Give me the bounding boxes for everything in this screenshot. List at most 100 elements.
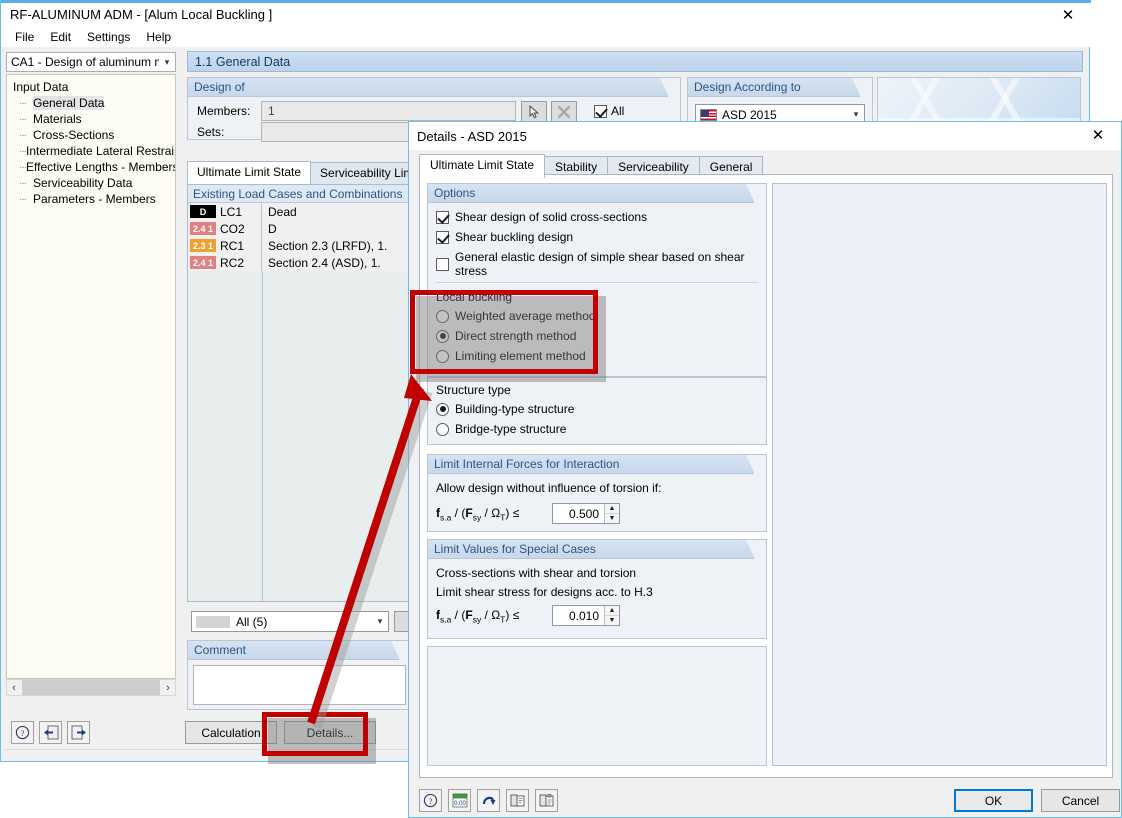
- dialog-title: Details - ASD 2015: [417, 128, 527, 144]
- tree-root-input-data[interactable]: Input Data: [11, 79, 175, 95]
- torsion-limit-stepper[interactable]: 0.500 ▲ ▼: [552, 503, 620, 524]
- sidebar-item-intermediate-lateral-restraints[interactable]: ··· Intermediate Lateral Restraints: [19, 143, 175, 159]
- load-case-filter-combo[interactable]: All (5) ▾: [191, 611, 389, 632]
- close-icon[interactable]: ✕: [1079, 124, 1117, 146]
- radio-limiting-element-method[interactable]: Limiting element method: [436, 349, 760, 363]
- load-case-id: CO2: [220, 221, 245, 236]
- prev-module-icon[interactable]: [39, 720, 62, 744]
- load-cases-listbox[interactable]: Existing Load Cases and Combinations D LC…: [187, 184, 412, 602]
- shear-stress-limit-stepper[interactable]: 0.010 ▲ ▼: [552, 605, 620, 626]
- stepper-down-icon[interactable]: ▼: [605, 514, 619, 523]
- comment-group: Comment: [187, 640, 412, 710]
- scrollbar-thumb[interactable]: [22, 680, 160, 695]
- details-button[interactable]: Details...: [284, 721, 376, 744]
- navigator-tree: Input Data ··· General Data ··· Material…: [6, 74, 176, 679]
- radio-button: [436, 422, 449, 436]
- copy-to-icon[interactable]: [506, 789, 529, 812]
- all-label: All: [611, 104, 625, 118]
- dialog-preview-panel: [772, 183, 1107, 766]
- stepper-buttons[interactable]: ▲ ▼: [604, 606, 619, 625]
- table-row[interactable]: 2.4 1 RC2 Section 2.4 (ASD), 1.: [188, 254, 411, 271]
- tree-branch-icon: ···: [19, 177, 27, 189]
- shear-stress-limit-value[interactable]: 0.010: [553, 606, 604, 625]
- sets-label: Sets:: [197, 125, 225, 139]
- sidebar-item-materials[interactable]: ··· Materials: [19, 111, 175, 127]
- radio-label: Bridge-type structure: [455, 422, 567, 436]
- radio-direct-strength-method[interactable]: Direct strength method: [436, 329, 760, 343]
- table-row[interactable]: 2.4 1 CO2 D: [188, 220, 411, 237]
- design-according-to-header: Design According to: [688, 78, 861, 97]
- load-case-id: RC1: [220, 238, 245, 253]
- menu-bar: File Edit Settings Help: [1, 26, 1091, 47]
- stepper-up-icon[interactable]: ▲: [605, 606, 619, 616]
- stepper-down-icon[interactable]: ▼: [605, 616, 619, 625]
- structure-type-label: Structure type: [436, 383, 511, 397]
- tab-ultimate-limit-state[interactable]: Ultimate Limit State: [419, 154, 546, 178]
- sidebar-item-parameters-members[interactable]: ··· Parameters - Members: [19, 191, 175, 207]
- tree-branch-icon: ···: [19, 193, 27, 205]
- title-bar: RF-ALUMINUM ADM - [Alum Local Buckling ]…: [1, 0, 1091, 26]
- load-case-desc: Section 2.3 (LRFD), 1.: [268, 238, 388, 253]
- limit-values-header: Limit Values for Special Cases: [428, 540, 755, 559]
- close-icon[interactable]: ✕: [1045, 3, 1091, 26]
- tab-ultimate-limit-state[interactable]: Ultimate Limit State: [187, 161, 312, 184]
- radio-building-type-structure[interactable]: Building-type structure: [436, 402, 574, 416]
- units-icon[interactable]: 0.00: [448, 789, 471, 812]
- checkbox-general-elastic-design[interactable]: General elastic design of simple shear b…: [436, 250, 760, 278]
- radio-bridge-type-structure[interactable]: Bridge-type structure: [436, 422, 574, 436]
- load-case-id: LC1: [220, 204, 243, 219]
- radio-label: Limiting element method: [455, 349, 586, 363]
- table-row[interactable]: D LC1 Dead: [188, 203, 411, 220]
- menu-item-file[interactable]: File: [7, 28, 42, 46]
- checkbox-shear-buckling-design[interactable]: Shear buckling design: [436, 230, 760, 244]
- radio-weighted-average-method[interactable]: Weighted average method: [436, 309, 760, 323]
- dialog-body: Options Shear design of solid cross-sect…: [419, 174, 1113, 778]
- sidebar-item-serviceability-data[interactable]: ··· Serviceability Data: [19, 175, 175, 191]
- empty-options-panel: [427, 646, 767, 766]
- table-row[interactable]: 2.3 1 RC1 Section 2.3 (LRFD), 1.: [188, 237, 411, 254]
- sidebar-item-label: Cross-Sections: [33, 128, 115, 142]
- delete-x-icon[interactable]: [551, 101, 577, 123]
- ok-button[interactable]: OK: [954, 789, 1033, 812]
- calculation-button[interactable]: Calculation: [185, 721, 277, 744]
- help-icon[interactable]: ?: [11, 720, 34, 744]
- sidebar-item-cross-sections[interactable]: ··· Cross-Sections: [19, 127, 175, 143]
- torsion-limit-value[interactable]: 0.500: [553, 504, 604, 523]
- menu-item-edit[interactable]: Edit: [42, 28, 79, 46]
- checkbox-box: [594, 104, 607, 118]
- undo-icon[interactable]: [477, 789, 500, 812]
- chevron-down-icon: ▾: [377, 616, 383, 626]
- scroll-right-icon[interactable]: ›: [161, 682, 175, 694]
- menu-item-help[interactable]: Help: [138, 28, 179, 46]
- comment-input[interactable]: [193, 665, 406, 705]
- paste-from-icon[interactable]: [535, 789, 558, 812]
- status-badge: 2.3 1: [190, 239, 216, 252]
- radio-button: [436, 329, 449, 343]
- stepper-buttons[interactable]: ▲ ▼: [604, 504, 619, 523]
- next-module-icon[interactable]: [67, 720, 90, 744]
- limit-internal-forces-text: Allow design without influence of torsio…: [436, 481, 662, 495]
- special-cases-formula: fs.a / (Fsy / ΩT) ≤: [436, 608, 520, 625]
- tree-branch-icon: ···: [19, 161, 27, 173]
- members-field[interactable]: 1: [261, 101, 516, 121]
- checkbox-label: General elastic design of simple shear b…: [455, 250, 745, 278]
- local-buckling-label: Local buckling: [436, 290, 513, 304]
- sidebar-item-effective-lengths-members[interactable]: ··· Effective Lengths - Members: [19, 159, 175, 175]
- scroll-left-icon[interactable]: ‹: [7, 682, 21, 694]
- stepper-up-icon[interactable]: ▲: [605, 504, 619, 514]
- cancel-button[interactable]: Cancel: [1041, 789, 1120, 812]
- sidebar-item-label: General Data: [33, 96, 105, 110]
- task-combo-value: CA1 - Design of aluminum memb: [11, 55, 159, 69]
- sidebar-item-general-data[interactable]: ··· General Data: [19, 95, 175, 111]
- structure-type-group: Structure type Building-type structure B…: [427, 377, 767, 445]
- task-combo[interactable]: CA1 - Design of aluminum memb ▾: [6, 52, 176, 72]
- cursor-pick-icon[interactable]: [521, 101, 547, 123]
- sidebar-item-label: Materials: [33, 112, 82, 126]
- help-icon[interactable]: ?: [419, 789, 442, 812]
- members-label: Members:: [197, 104, 251, 118]
- all-members-checkbox[interactable]: All: [594, 104, 624, 118]
- menu-item-settings[interactable]: Settings: [79, 28, 138, 46]
- navigator-horizontal-scrollbar[interactable]: ‹ ›: [6, 679, 176, 696]
- checkbox-shear-design-solid[interactable]: Shear design of solid cross-sections: [436, 210, 760, 224]
- sidebar-item-label: Intermediate Lateral Restraints: [26, 144, 176, 158]
